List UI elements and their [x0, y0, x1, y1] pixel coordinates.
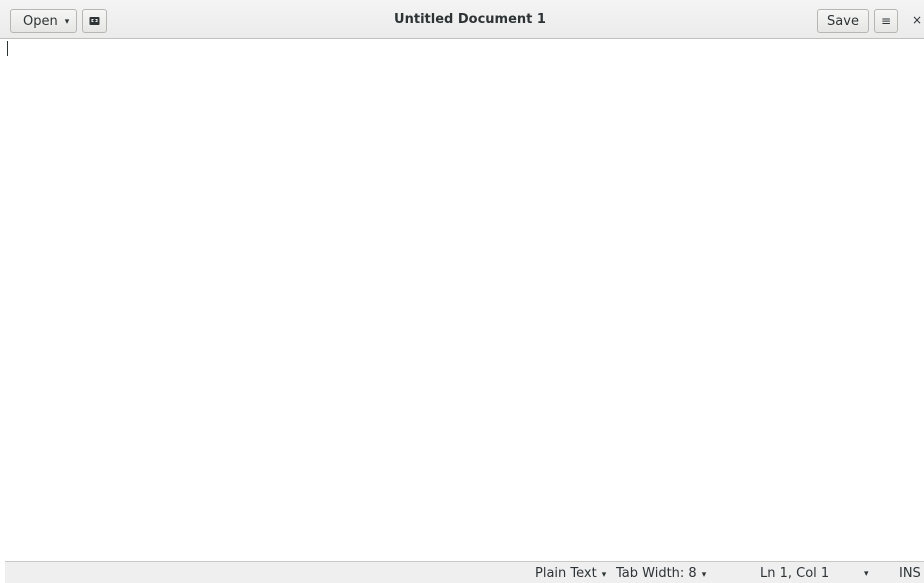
- chevron-down-icon: ▾: [64, 17, 70, 27]
- chevron-down-icon: ▾: [701, 569, 707, 580]
- open-button[interactable]: Open ▾: [10, 9, 77, 33]
- language-label: Plain Text: [535, 566, 597, 581]
- chevron-down-icon[interactable]: ▾: [864, 569, 869, 579]
- close-icon: ×: [912, 13, 923, 27]
- tab-width-selector[interactable]: Tab Width: 8 ▾: [616, 566, 706, 581]
- tab-width-label: Tab Width: 8: [616, 566, 697, 581]
- close-button[interactable]: ×: [912, 13, 922, 27]
- save-button[interactable]: Save: [817, 9, 869, 33]
- chevron-down-icon: ▾: [601, 569, 607, 580]
- hamburger-menu-button[interactable]: ≡: [874, 9, 898, 33]
- cursor-position-button[interactable]: Ln 1, Col 1: [760, 566, 829, 581]
- window-title: Untitled Document 1: [394, 12, 546, 27]
- language-selector[interactable]: Plain Text ▾: [535, 566, 606, 581]
- text-editor-window: Open ▾ Untitled Document 1 Save ≡ × Plai…: [0, 0, 924, 583]
- open-button-label: Open: [23, 13, 58, 29]
- text-editing-area[interactable]: [0, 39, 924, 561]
- new-document-button[interactable]: [82, 9, 107, 33]
- status-bar: Plain Text ▾ Tab Width: 8 ▾ Ln 1, Col 1 …: [5, 561, 924, 583]
- cursor-position-label: Ln 1, Col 1: [760, 566, 830, 581]
- menu-icon: ≡: [880, 14, 892, 28]
- text-cursor: [7, 41, 8, 56]
- insert-mode-indicator: INS: [899, 566, 921, 581]
- header-bar: Open ▾ Untitled Document 1 Save ≡ ×: [0, 0, 924, 39]
- document-new-icon: [89, 16, 100, 26]
